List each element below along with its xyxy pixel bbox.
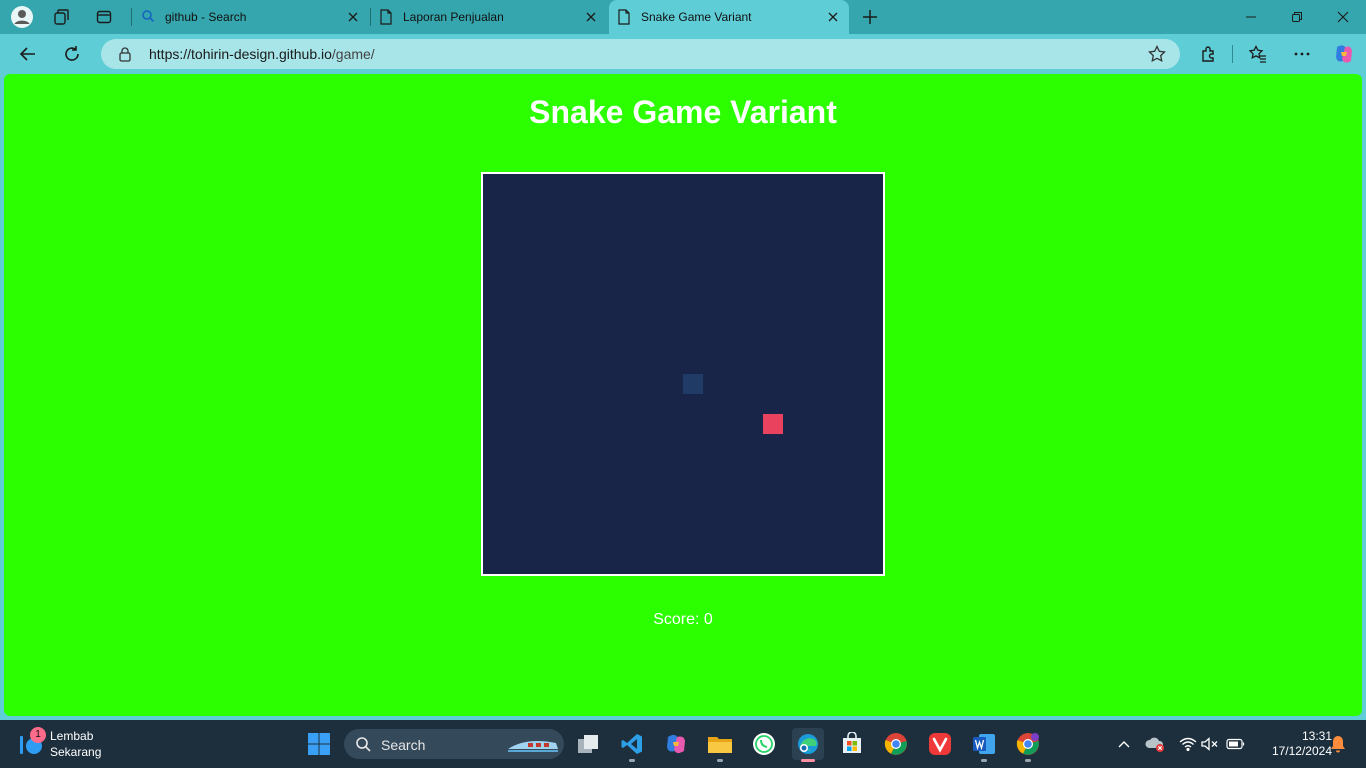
tab-title: Laporan Penjualan	[403, 10, 504, 24]
page-icon	[617, 9, 631, 28]
onedrive-error-icon[interactable]	[1144, 732, 1168, 756]
snake-segment	[683, 374, 703, 394]
extensions-icon[interactable]	[1195, 40, 1223, 68]
search-label: Search	[381, 737, 426, 753]
url-path: /game/	[331, 46, 375, 62]
weather-condition: Lembab	[50, 729, 94, 743]
show-hidden-icons-chevron-icon[interactable]	[1112, 732, 1136, 756]
task-view-icon[interactable]	[572, 728, 604, 760]
file-explorer-icon[interactable]	[704, 728, 736, 762]
tab-snake-game-variant[interactable]: Snake Game Variant	[609, 0, 849, 34]
battery-icon[interactable]	[1224, 732, 1248, 756]
tab-separator	[131, 8, 132, 26]
new-tab-button[interactable]	[856, 3, 884, 31]
lock-icon[interactable]	[118, 46, 132, 67]
clock-time: 13:31	[1301, 729, 1332, 743]
url-text[interactable]: https://tohirin-design.github.io/game/	[149, 46, 375, 62]
tab-strip: github - Search Laporan Penjualan Snake …	[0, 0, 1366, 34]
running-indicator	[981, 759, 987, 762]
tab-title: Snake Game Variant	[641, 10, 752, 24]
page-title: Snake Game Variant	[529, 94, 837, 130]
toolbar-separator	[1232, 45, 1233, 63]
system-clock[interactable]: 13:31 17/12/2024	[1252, 729, 1332, 759]
start-button[interactable]	[303, 728, 335, 760]
running-indicator	[629, 759, 635, 762]
score-label: Score: 0	[653, 611, 713, 628]
minimize-button[interactable]	[1228, 0, 1274, 34]
volume-muted-icon[interactable]	[1198, 732, 1222, 756]
page-icon	[379, 9, 393, 28]
close-icon[interactable]	[345, 9, 361, 25]
vscode-icon[interactable]	[616, 728, 648, 762]
running-indicator	[1025, 759, 1031, 762]
close-window-button[interactable]	[1320, 0, 1366, 34]
game-board[interactable]	[481, 172, 885, 576]
search-highlight-icon	[506, 733, 560, 760]
copilot-app-icon[interactable]	[660, 728, 692, 760]
refresh-button[interactable]	[58, 40, 86, 68]
weather-widget[interactable]: 1 Lembab Sekarang	[14, 726, 134, 762]
whatsapp-icon[interactable]	[748, 728, 780, 760]
page-viewport: Snake Game Variant Score: 0	[4, 74, 1362, 716]
search-icon	[141, 9, 155, 26]
tab-laporan-penjualan[interactable]: Laporan Penjualan	[371, 0, 607, 34]
favorite-star-icon[interactable]	[1148, 44, 1166, 68]
address-bar-row: https://tohirin-design.github.io/game/	[0, 34, 1366, 74]
url-host: https://tohirin-design.github.io	[149, 46, 332, 62]
weather-time: Sekarang	[50, 745, 102, 759]
notification-bell-icon[interactable]	[1326, 732, 1350, 756]
search-icon	[355, 736, 371, 757]
tab-title: github - Search	[165, 10, 247, 24]
food-item	[763, 414, 783, 434]
clock-date: 17/12/2024	[1271, 744, 1332, 758]
word-icon[interactable]	[968, 728, 1000, 762]
taskbar: 1 Lembab Sekarang Search 13:31 17/12/202…	[0, 720, 1366, 768]
profile-icon[interactable]	[8, 3, 36, 31]
workspaces-icon[interactable]	[48, 3, 76, 31]
copilot-icon[interactable]	[1330, 40, 1358, 68]
tab-actions-icon[interactable]	[90, 3, 118, 31]
notification-badge: 1	[30, 727, 46, 743]
taskbar-search[interactable]: Search	[344, 729, 564, 759]
restore-button[interactable]	[1274, 0, 1320, 34]
running-indicator	[801, 759, 815, 762]
more-options-icon[interactable]	[1288, 40, 1316, 68]
chrome-icon[interactable]	[880, 728, 912, 760]
vivaldi-icon[interactable]	[924, 728, 956, 760]
edge-icon[interactable]	[792, 728, 824, 762]
favorites-icon[interactable]	[1244, 40, 1272, 68]
tab-github-search[interactable]: github - Search	[133, 0, 369, 34]
close-icon[interactable]	[825, 9, 841, 25]
microsoft-store-icon[interactable]	[836, 728, 868, 760]
wifi-icon[interactable]	[1176, 732, 1200, 756]
chrome-profile-icon[interactable]	[1012, 728, 1044, 762]
back-button[interactable]	[14, 40, 42, 68]
address-bar[interactable]: https://tohirin-design.github.io/game/	[101, 39, 1180, 69]
running-indicator	[717, 759, 723, 762]
close-icon[interactable]	[583, 9, 599, 25]
